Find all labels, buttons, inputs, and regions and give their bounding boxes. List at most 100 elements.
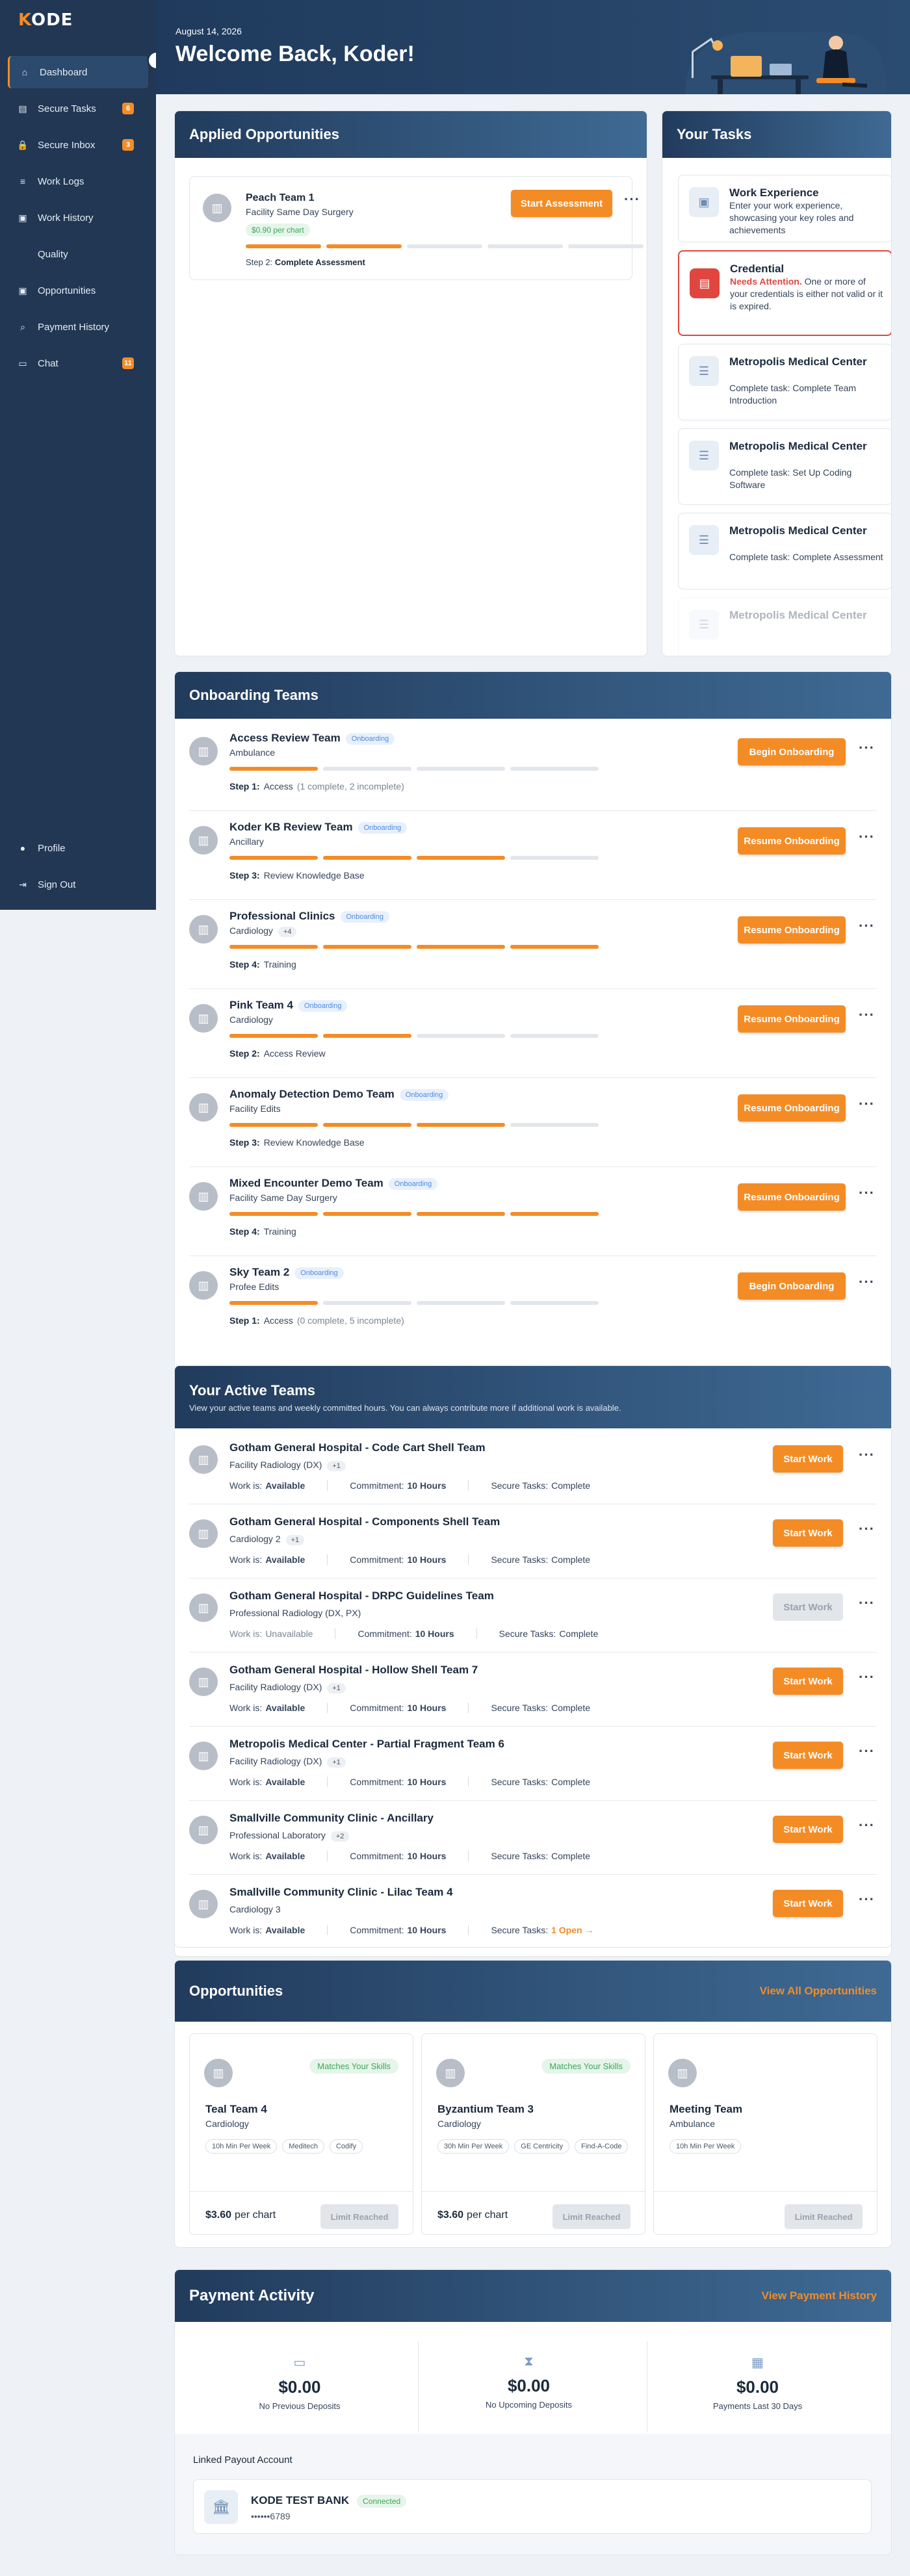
step-name: Access: [263, 781, 293, 792]
task-card[interactable]: ☰ Metropolis Medical Center: [678, 597, 891, 656]
sidebar-item-dashboard[interactable]: ⌂ Dashboard: [8, 56, 148, 88]
building-icon: ▥: [198, 1675, 209, 1688]
payment-activity-title: Payment Activity: [189, 2287, 315, 2304]
more-specialties-badge: +4: [278, 927, 297, 937]
row-divider: [189, 988, 877, 989]
progress-segment: [417, 856, 505, 860]
start-work-button[interactable]: Start Work: [773, 1742, 843, 1769]
team-name: Metropolis Medical Center - Partial Frag…: [229, 1738, 504, 1750]
team-meta: Work is: Available Commitment: 10 Hours Secu…: [229, 1703, 590, 1713]
sidebar-item-sign-out[interactable]: ⇥ Sign Out: [8, 868, 148, 901]
task-card[interactable]: ☰ Metropolis Medical Center Complete task:…: [678, 428, 891, 505]
team-specialty-text: Facility Radiology (DX): [229, 1756, 322, 1766]
task-title: Credential: [730, 263, 785, 275]
view-payment-history-link[interactable]: View Payment History: [762, 2289, 877, 2302]
team-specialty: Facility Radiology (DX) +1: [229, 1682, 346, 1694]
begin-onboarding-button[interactable]: Begin Onboarding: [738, 738, 846, 766]
team-specialty-text: Professional Laboratory: [229, 1830, 326, 1840]
sidebar-item-secure-inbox[interactable]: 🔒 Secure Inbox 3: [8, 129, 148, 161]
secure-tasks-value[interactable]: 1 Open →: [551, 1925, 593, 1935]
task-card[interactable]: ☰ Metropolis Medical Center Complete task:…: [678, 513, 891, 589]
secure-tasks-status[interactable]: Secure Tasks: 1 Open →: [491, 1925, 593, 1935]
sidebar-item-secure-tasks[interactable]: ▤ Secure Tasks 6: [8, 92, 148, 125]
kode-logo[interactable]: KODE: [18, 10, 73, 30]
work-status: Work is: Available: [229, 1777, 305, 1787]
more-options-icon[interactable]: ···: [859, 1669, 875, 1686]
sidebar-item-opportunities[interactable]: ▣ Opportunities: [8, 274, 148, 307]
secure-tasks-value: Complete: [551, 1554, 591, 1565]
more-options-icon[interactable]: ···: [859, 740, 875, 756]
progress-segment: [510, 1301, 599, 1305]
requirement-chip: Find-A-Code: [575, 2139, 629, 2154]
start-work-button[interactable]: Start Work: [773, 1445, 843, 1473]
task-card[interactable]: ▣ Work Experience Enter your work experien…: [678, 175, 891, 242]
commitment: Commitment: 10 Hours: [350, 1925, 446, 1935]
start-assessment-button[interactable]: Start Assessment: [511, 190, 612, 217]
more-options-icon[interactable]: ···: [859, 1096, 875, 1113]
more-options-icon[interactable]: ···: [859, 1274, 875, 1291]
building-icon: ▥: [198, 1189, 209, 1203]
start-work-button[interactable]: Start Work: [773, 1668, 843, 1695]
more-options-icon[interactable]: ···: [624, 191, 640, 208]
work-status: Work is: Available: [229, 1925, 305, 1935]
opportunity-card[interactable]: ▥ Matches Your Skills Byzantium Team 3 Card…: [421, 2033, 645, 2235]
bank-account-row[interactable]: 🏛 KODE TEST BANK Connected ••••••6789: [193, 2479, 872, 2534]
team-name: Gotham General Hospital - Components She…: [229, 1515, 500, 1528]
assessment-progress: [246, 244, 644, 248]
sidebar-item-label: Secure Inbox: [38, 139, 96, 151]
view-all-opportunities-link[interactable]: View All Opportunities: [760, 1985, 877, 1998]
more-options-icon[interactable]: ···: [859, 1891, 875, 1908]
team-specialty: Cardiology +4: [229, 925, 297, 937]
sidebar-item-work-logs[interactable]: ≡ Work Logs: [8, 165, 148, 198]
team-specialty-text: Cardiology: [229, 925, 273, 936]
start-work-button[interactable]: Start Work: [773, 1890, 843, 1917]
more-options-icon[interactable]: ···: [859, 1743, 875, 1760]
sidebar-item-chat[interactable]: ▭ Chat 11: [8, 347, 148, 380]
sidebar-item-payment-history[interactable]: ⌕ Payment History: [8, 311, 148, 343]
onboarding-progress: [229, 1212, 599, 1216]
resume-onboarding-button[interactable]: Resume Onboarding: [738, 1094, 846, 1122]
task-card[interactable]: ▤ Credential Needs Attention. One or more …: [678, 250, 891, 336]
opportunity-card[interactable]: ▥ Meeting Team Ambulance 10h Min Per Week Li…: [653, 2033, 878, 2235]
more-options-icon[interactable]: ···: [859, 1447, 875, 1463]
team-specialty-text: Ambulance: [229, 747, 276, 758]
more-options-icon[interactable]: ···: [859, 1007, 875, 1024]
active-teams-title: Your Active Teams: [189, 1382, 315, 1398]
meta-divider: [327, 1851, 328, 1861]
progress-segment: [568, 244, 644, 248]
resume-onboarding-button[interactable]: Resume Onboarding: [738, 1005, 846, 1033]
more-options-icon[interactable]: ···: [859, 1185, 875, 1202]
commitment-label: Commitment:: [350, 1480, 404, 1491]
sidebar-item-profile[interactable]: ● Profile: [8, 832, 148, 864]
opportunity-card[interactable]: ▥ Matches Your Skills Teal Team 4 Cardiolog…: [189, 2033, 413, 2235]
sidebar-item-quality[interactable]: Quality: [8, 238, 148, 270]
commitment-value: 10 Hours: [407, 1925, 447, 1935]
work-status-label: Work is:: [229, 1925, 263, 1935]
more-options-icon[interactable]: ···: [859, 918, 875, 934]
resume-onboarding-button[interactable]: Resume Onboarding: [738, 916, 846, 944]
document-icon: ▤: [690, 268, 720, 298]
resume-onboarding-button[interactable]: Resume Onboarding: [738, 1183, 846, 1211]
more-options-icon[interactable]: ···: [859, 1817, 875, 1834]
onboarding-status-badge: Onboarding: [345, 732, 395, 745]
more-options-icon[interactable]: ···: [859, 1521, 875, 1538]
row-divider: [189, 1726, 877, 1727]
more-options-icon[interactable]: ···: [859, 829, 875, 845]
sidebar-item-work-history[interactable]: ▣ Work History: [8, 201, 148, 234]
task-card[interactable]: ☰ Metropolis Medical Center Complete task:…: [678, 344, 891, 420]
begin-onboarding-button[interactable]: Begin Onboarding: [738, 1272, 846, 1300]
team-name-text: Professional Clinics: [229, 910, 335, 922]
meta-divider: [327, 1703, 328, 1713]
list-icon: ☰: [689, 610, 719, 639]
progress-segment: [417, 767, 505, 771]
start-work-button[interactable]: Start Work: [773, 1816, 843, 1843]
more-options-icon[interactable]: ···: [859, 1595, 875, 1612]
resume-onboarding-button[interactable]: Resume Onboarding: [738, 827, 846, 855]
team-specialty: Cardiology: [229, 1014, 273, 1025]
step-number: Step 4:: [229, 1226, 260, 1237]
team-specialty: Ambulance: [229, 747, 275, 758]
progress-segment: [246, 244, 321, 248]
start-work-button[interactable]: Start Work: [773, 1519, 843, 1547]
commitment-label: Commitment:: [358, 1629, 412, 1639]
progress-segment: [229, 1301, 318, 1305]
